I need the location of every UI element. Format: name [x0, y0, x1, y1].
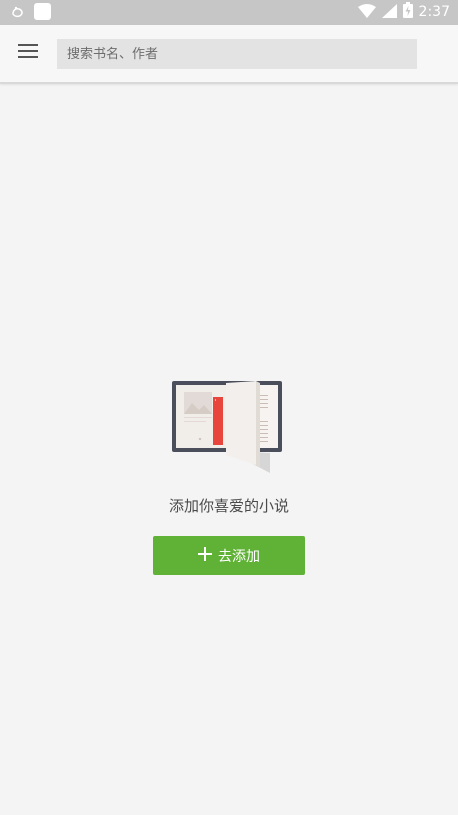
battery-icon [402, 2, 413, 22]
wifi-icon [357, 3, 376, 22]
notification-icon [10, 4, 26, 24]
add-novel-button[interactable]: 去添加 [153, 536, 305, 575]
menu-icon [18, 43, 38, 63]
status-right: 2:37 [357, 2, 450, 22]
clock: 2:37 [418, 4, 450, 20]
plus-icon [198, 546, 212, 565]
search-input[interactable] [57, 39, 417, 69]
empty-state-message: 添加你喜爱的小说 [168, 497, 289, 515]
app-icon [34, 3, 51, 24]
status-bar: 2:37 [0, 0, 458, 25]
add-button-label: 去添加 [218, 548, 260, 565]
signal-icon [381, 3, 397, 22]
app-bar [0, 25, 458, 84]
book-illustration [172, 381, 286, 477]
menu-button[interactable] [14, 39, 42, 67]
status-left [10, 3, 51, 24]
